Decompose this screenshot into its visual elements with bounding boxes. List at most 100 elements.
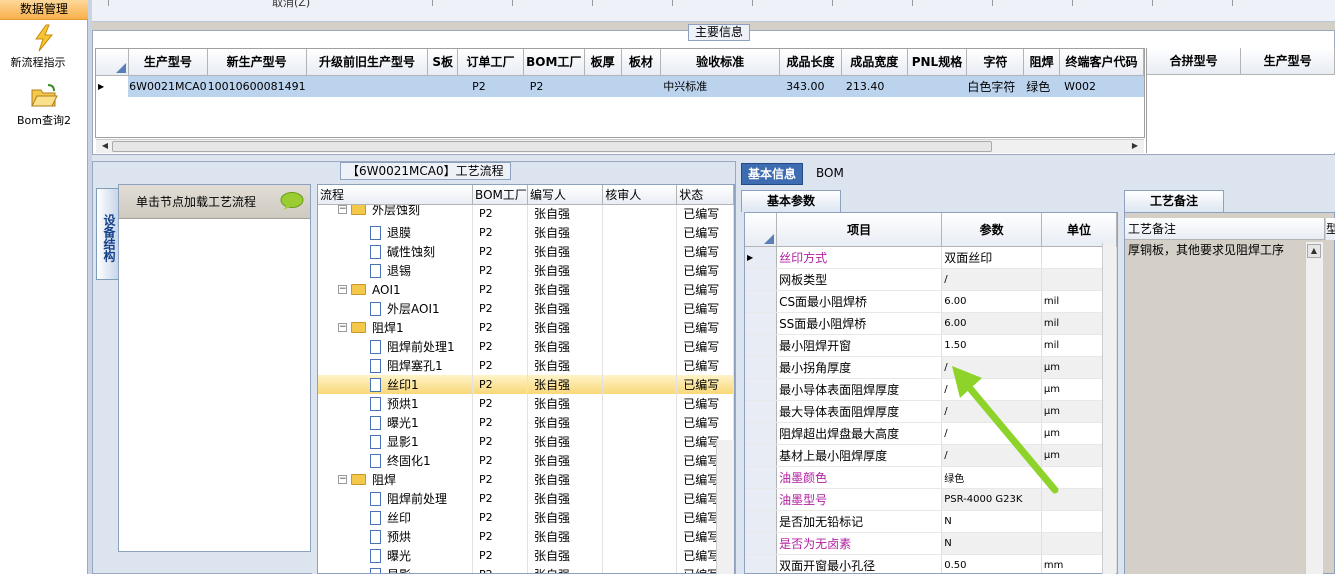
tree-node-cell[interactable]: 外层AOI1 <box>318 299 474 318</box>
param-row[interactable]: 最小拐角厚度 / μm <box>745 356 1117 379</box>
row-header[interactable] <box>745 488 778 511</box>
tree-row[interactable]: − 外层蚀刻 P2 张自强 已编写 <box>318 204 734 223</box>
tree-cell-writer[interactable]: 张自强 <box>527 489 604 508</box>
column-header[interactable]: 板厚 <box>584 49 622 76</box>
scroll-left-icon[interactable]: ◀ <box>98 140 112 154</box>
tree-cell-writer[interactable]: 张自强 <box>527 223 604 242</box>
table-cell[interactable]: 中兴标准 <box>660 75 781 97</box>
param-row[interactable]: 双面开窗最小孔径 0.50 mm <box>745 554 1117 573</box>
collapse-icon[interactable]: − <box>338 285 347 294</box>
tree-cell-factory[interactable]: P2 <box>472 280 529 299</box>
table-cell[interactable] <box>427 75 459 97</box>
tree-cell-status[interactable]: 已编写 <box>676 337 734 356</box>
column-header[interactable]: 参数 <box>941 213 1042 247</box>
column-header[interactable]: 合拼型号 <box>1147 48 1242 75</box>
column-header[interactable]: 验收标准 <box>660 49 781 76</box>
tree-node-cell[interactable]: 显影1 <box>318 432 474 451</box>
remarks-vertical-scrollbar[interactable]: ▲ <box>1305 242 1323 574</box>
tree-folder-node[interactable]: − AOI1 <box>318 280 472 299</box>
tree-row[interactable]: 丝印1 P2 张自强 已编写 <box>318 375 734 394</box>
tree-cell-status[interactable]: 已编写 <box>676 223 734 242</box>
tree-cell-reviewer[interactable] <box>602 242 678 261</box>
tree-cell-reviewer[interactable] <box>602 280 678 299</box>
table-row[interactable]: ▶ 6W0021MCA0 10010600081491 P2 P2 中兴标准 3… <box>96 75 1144 97</box>
row-header[interactable] <box>745 334 778 357</box>
tree-node-cell[interactable]: 碱性蚀刻 <box>318 242 474 261</box>
param-value[interactable]: / <box>941 400 1042 423</box>
tree-cell-writer[interactable]: 张自强 <box>527 337 604 356</box>
tree-cell-factory[interactable]: P2 <box>472 565 529 573</box>
tree-row[interactable]: 丝印 P2 张自强 已编写 <box>318 508 734 527</box>
param-row[interactable]: SS面最小阻焊桥 6.00 mil <box>745 312 1117 335</box>
tree-node-cell[interactable]: − 阻焊 <box>318 470 474 489</box>
column-header[interactable]: 订单工厂 <box>457 49 524 76</box>
tree-node-cell[interactable]: 丝印1 <box>318 375 474 394</box>
tree-cell-status[interactable]: 已编写 <box>676 299 734 318</box>
tree-cell-writer[interactable]: 张自强 <box>527 432 604 451</box>
tree-row[interactable]: − 阻焊 P2 张自强 已编写 <box>318 470 734 489</box>
column-header[interactable]: 阻焊 <box>1023 49 1061 76</box>
nav-item-bom-query[interactable]: Bom查询2 <box>0 82 88 128</box>
row-header[interactable] <box>745 312 778 335</box>
param-row[interactable]: CS面最小阻焊桥 6.00 mil <box>745 290 1117 313</box>
tab-basic-params[interactable]: 基本参数 <box>741 190 841 212</box>
tree-cell-reviewer[interactable] <box>602 299 678 318</box>
param-value[interactable]: PSR-4000 G23K <box>941 488 1042 511</box>
remarks-text[interactable]: 厚铜板，其他要求见阻焊工序 <box>1125 240 1305 574</box>
tree-cell-reviewer[interactable] <box>602 375 678 394</box>
tree-cell-factory[interactable]: P2 <box>472 223 529 242</box>
tree-cell-factory[interactable]: P2 <box>472 318 529 337</box>
tree-cell-reviewer[interactable] <box>602 565 678 573</box>
tree-row[interactable]: 显影P2张自强已编写 <box>318 565 734 573</box>
tree-cell-factory[interactable]: P2 <box>472 337 529 356</box>
column-header[interactable]: 成品宽度 <box>841 49 908 76</box>
tree-leaf-node[interactable]: 曝光1 <box>318 413 472 432</box>
param-value[interactable]: 6.00 <box>941 312 1042 335</box>
tree-node-cell[interactable]: 阻焊前处理 <box>318 489 474 508</box>
tab-bom[interactable]: BOM <box>810 163 850 185</box>
row-header[interactable] <box>745 444 778 467</box>
tree-leaf-node[interactable]: 退膜 <box>318 223 472 242</box>
tree-node-cell[interactable]: − 外层蚀刻 <box>318 204 474 223</box>
table-cell[interactable]: P2 <box>523 75 585 97</box>
param-row[interactable]: 最小阻焊开窗 1.50 mil <box>745 334 1117 357</box>
table-cell[interactable] <box>584 75 622 97</box>
param-value[interactable]: N <box>941 532 1042 555</box>
tree-cell-writer[interactable]: 张自强 <box>527 356 604 375</box>
tree-node-cell[interactable]: 终固化1 <box>318 451 474 470</box>
scroll-right-icon[interactable]: ▶ <box>1128 140 1142 154</box>
tree-row[interactable]: 显影1 P2 张自强 已编写 <box>318 432 734 451</box>
tree-cell-writer[interactable]: 张自强 <box>527 318 604 337</box>
tree-leaf-node[interactable]: 阻焊塞孔1 <box>318 356 472 375</box>
table-cell[interactable]: P2 <box>457 75 524 97</box>
tree-cell-writer[interactable]: 张自强 <box>527 204 604 223</box>
tree-cell-status[interactable]: 已编写 <box>676 242 734 261</box>
tree-leaf-node[interactable]: 终固化1 <box>318 451 472 470</box>
param-row[interactable]: 最大导体表面阻焊厚度 / μm <box>745 400 1117 423</box>
tree-cell-writer[interactable]: 张自强 <box>527 527 604 546</box>
table-cell[interactable]: 绿色 <box>1023 75 1061 97</box>
tree-row[interactable]: 曝光1 P2 张自强 已编写 <box>318 413 734 432</box>
tree-row[interactable]: 外层AOI1 P2 张自强 已编写 <box>318 299 734 318</box>
tree-cell-reviewer[interactable] <box>602 489 678 508</box>
column-header[interactable]: 终端客户代码 <box>1059 49 1144 76</box>
param-row[interactable]: 最小导体表面阻焊厚度 / μm <box>745 378 1117 401</box>
tree-cell-factory[interactable]: P2 <box>472 546 529 565</box>
tree-row[interactable]: 曝光 P2 张自强 已编写 <box>318 546 734 565</box>
collapse-icon[interactable]: − <box>338 204 347 214</box>
tree-cell-status[interactable]: 已编写 <box>676 413 734 432</box>
tree-leaf-node[interactable]: 显影1 <box>318 432 472 451</box>
param-value[interactable]: / <box>941 444 1042 467</box>
tree-cell-status[interactable]: 已编写 <box>676 356 734 375</box>
row-header[interactable] <box>745 290 778 313</box>
tree-leaf-node[interactable]: 预烘1 <box>318 394 472 413</box>
scrollbar-thumb[interactable] <box>112 141 992 152</box>
tree-cell-writer[interactable]: 张自强 <box>527 565 604 573</box>
tree-cell-factory[interactable]: P2 <box>472 299 529 318</box>
param-value[interactable]: / <box>941 422 1042 445</box>
param-value[interactable]: 0.50 <box>941 554 1042 573</box>
param-value[interactable]: 双面丝印 <box>941 246 1042 269</box>
tree-row[interactable]: − AOI1 P2 张自强 已编写 <box>318 280 734 299</box>
remarks-splitter[interactable] <box>1118 190 1123 574</box>
remarks-column-header-2[interactable]: 型 <box>1326 218 1335 240</box>
